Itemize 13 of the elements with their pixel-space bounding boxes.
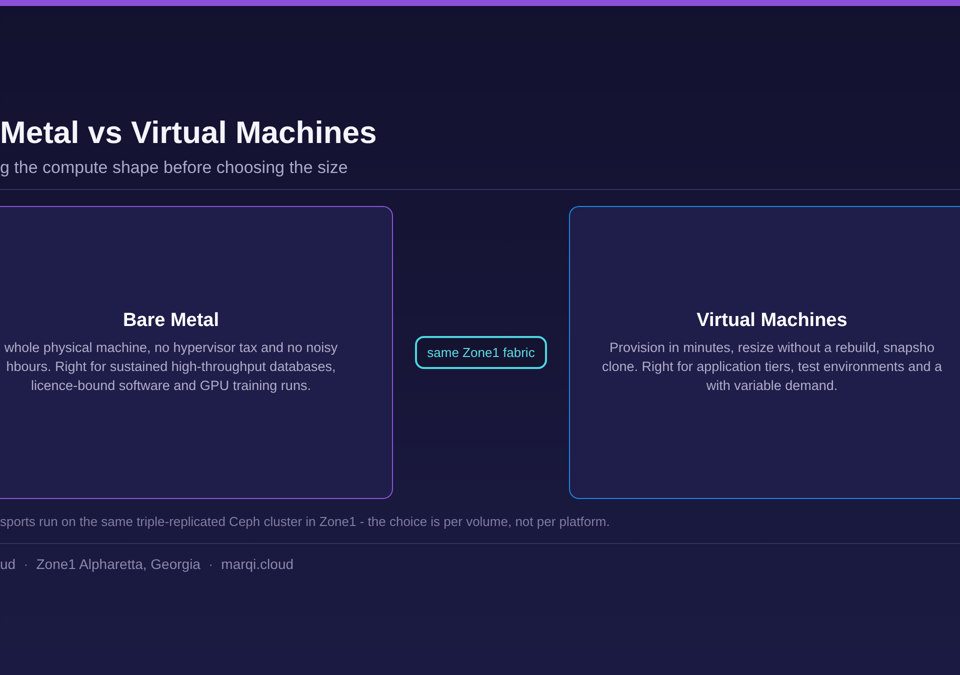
- card-description: whole physical machine, no hypervisor tax and no noisy hbours. Right for sustained high-throughput databases, licence-bound software and GPU training runs.: [4, 339, 338, 395]
- slide-subtitle: g the compute shape before choosing the size: [0, 157, 349, 179]
- connector-label: same Zone1 fabric: [415, 336, 547, 369]
- footnote: sports run on the same triple-replicated Ceph cluster in Zone1 - the choice is per volume, not per platform.: [0, 514, 611, 529]
- footer-text: ud: [0, 556, 16, 572]
- footer-text: marqi.cloud: [221, 556, 294, 572]
- card-description: Provision in minutes, resize without a rebuild, snapsho clone. Right for application tiers, test environments and a with variable demand.: [602, 339, 942, 395]
- card-title: Bare Metal: [122, 310, 220, 332]
- slide-title: Metal vs Virtual Machines: [0, 114, 378, 152]
- separator-dot: ·: [208, 556, 214, 572]
- separator-dot: ·: [24, 556, 28, 572]
- card-title: Virtual Machines: [696, 310, 848, 332]
- footer-text: Zone1 Alpharetta, Georgia: [36, 556, 200, 572]
